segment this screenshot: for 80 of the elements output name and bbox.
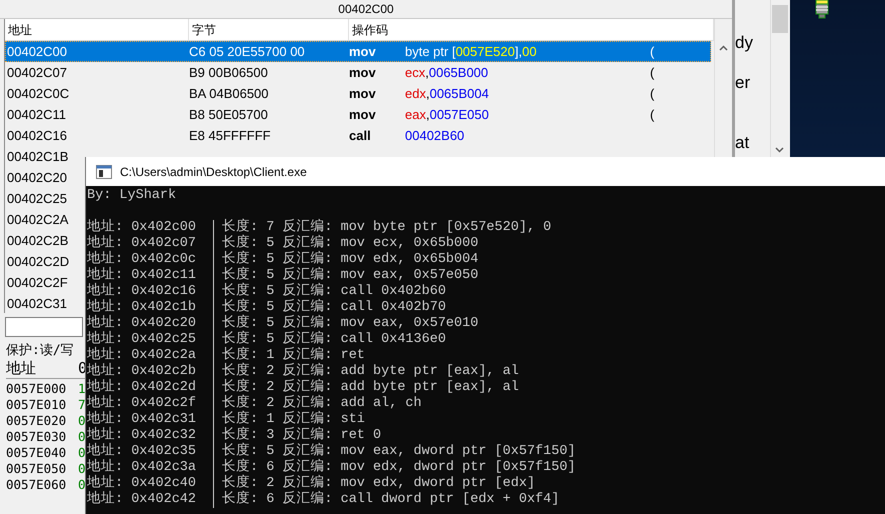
console-text: 地址: 0x402c40 xyxy=(86,476,198,491)
console-text: 地址: 0x402c16 xyxy=(86,284,198,299)
console-text: 地址: 0x402c25 xyxy=(86,332,198,347)
memory-value: 0 xyxy=(78,445,86,461)
protection-label: 保护:读/写 xyxy=(6,342,74,359)
code-row[interactable]: 00402C11 B8 50E05700 mov eax,0057E050 ( xyxy=(5,104,711,125)
console-text: 长度: 5 反汇编: mov eax, dword ptr [0x57f150] xyxy=(213,444,576,460)
code-row[interactable]: 00402C07 B9 00B06500 mov ecx,0065B000 ( xyxy=(5,62,711,83)
code-row[interactable]: 00402C16 E8 45FFFFFF call 00402B60 xyxy=(5,125,711,146)
code-row[interactable]: 00402C2B xyxy=(5,230,85,251)
scrollbar[interactable] xyxy=(770,0,789,157)
console-text: 地址: 0x402c1b xyxy=(86,300,198,315)
memory-address: 0057E060 xyxy=(6,477,68,493)
code-row[interactable]: 00402C2D xyxy=(5,251,85,272)
console-text: 长度: 5 反汇编: call 0x402b70 xyxy=(213,300,446,316)
column-header[interactable]: 地址 xyxy=(5,19,189,40)
console-text: 长度: 5 反汇编: call 0x402b60 xyxy=(213,284,446,300)
console-text: 地址: 0x402c2d xyxy=(86,380,198,395)
panel-text: dy xyxy=(735,33,754,53)
console-text: 地址: 0x402c2b xyxy=(86,364,198,379)
console-text: 长度: 1 反汇编: ret xyxy=(213,348,365,364)
column-header[interactable]: 操作码 xyxy=(349,19,714,40)
console-text: 地址: 0x402c0c xyxy=(86,252,198,267)
memory-address: 0057E000 xyxy=(6,381,68,397)
console-text: 地址: 0x402c2f xyxy=(86,396,198,411)
console-text: 长度: 6 反汇编: call dword ptr [edx + 0xf4] xyxy=(213,492,560,508)
memory-value: 0 xyxy=(78,429,86,445)
code-row[interactable]: 00402C1B xyxy=(5,146,85,167)
memory-value: 0 xyxy=(78,477,86,493)
memory-address: 0057E030 xyxy=(6,429,68,445)
memory-address: 0057E020 xyxy=(6,413,68,429)
console-text: 长度: 6 反汇编: mov edx, dword ptr [0x57f150] xyxy=(213,460,576,476)
memory-address: 0057E040 xyxy=(6,445,68,461)
console-text: 地址: 0x402c07 xyxy=(86,236,198,251)
console-text: 长度: 3 反汇编: ret 0 xyxy=(213,428,382,444)
console-text: 地址: 0x402c42 xyxy=(86,492,198,508)
console-text: 长度: 5 反汇编: mov ecx, 0x65b000 xyxy=(213,236,478,252)
scroll-down-icon[interactable] xyxy=(775,147,784,153)
memory-address: 0057E010 xyxy=(6,397,68,413)
scroll-thumb[interactable] xyxy=(772,5,788,33)
console-text: By: LyShark xyxy=(86,188,176,204)
window-title: C:\Users\admin\Desktop\Client.exe xyxy=(120,164,307,178)
memory-value: 7 xyxy=(78,397,86,413)
console-text: 地址: 0x402c35 xyxy=(86,444,198,459)
code-row[interactable]: 00402C2A xyxy=(5,209,85,230)
console-text: 长度: 5 反汇编: mov edx, 0x65b004 xyxy=(213,252,478,268)
code-row[interactable]: 00402C2F xyxy=(5,272,85,293)
console-text: 地址: 0x402c3a xyxy=(86,460,198,475)
panel-text: er xyxy=(735,73,752,93)
memory-value: 1 xyxy=(78,381,86,397)
console-text: 长度: 2 反汇编: add byte ptr [eax], al xyxy=(213,364,519,380)
memory-address: 0057E050 xyxy=(6,461,68,477)
console-text: 地址: 0x402c32 xyxy=(86,428,198,443)
memory-value: 0 xyxy=(78,413,86,429)
console-text: 地址: 0x402c11 xyxy=(86,268,198,283)
console-text: 地址: 0x402c00 xyxy=(86,220,198,235)
code-row[interactable]: 00402C25 xyxy=(5,188,85,209)
column-header[interactable]: 字节 xyxy=(189,19,349,40)
console-text: 长度: 2 反汇编: add byte ptr [eax], al xyxy=(213,380,519,396)
address-text: 00402C00 xyxy=(338,2,394,16)
console-text: 长度: 5 反汇编: mov eax, 0x57e010 xyxy=(213,316,478,332)
console-text: 长度: 7 反汇编: mov byte ptr [0x57e520], 0 xyxy=(213,220,552,236)
console-text: 长度: 5 反汇编: call 0x4136e0 xyxy=(213,332,446,348)
code-row[interactable]: 00402C20 xyxy=(5,167,85,188)
panel-text: at xyxy=(735,133,750,153)
console-text: 长度: 1 反汇编: sti xyxy=(213,412,365,428)
input-field[interactable] xyxy=(5,317,83,337)
console-text: 地址: 0x402c2a xyxy=(86,348,198,363)
console-text: 地址: 0x402c31 xyxy=(86,412,198,427)
console-text: 长度: 5 反汇编: mov eax, 0x57e050 xyxy=(213,268,478,284)
code-row[interactable]: 00402C0C BA 04B06500 mov edx,0065B004 ( xyxy=(5,83,711,104)
console-text: 长度: 2 反汇编: mov edx, dword ptr [edx] xyxy=(213,476,536,492)
scroll-up-icon[interactable] xyxy=(719,45,728,51)
code-row[interactable]: 00402C00 C6 05 20E55700 00 mov byte ptr [0057E520],00 ( xyxy=(5,41,711,62)
console-app-icon xyxy=(96,164,112,178)
code-row[interactable]: 00402C31 xyxy=(5,293,85,313)
console-text: 长度: 2 反汇编: add al, ch xyxy=(213,396,422,412)
column-header[interactable]: 地址 xyxy=(6,359,78,378)
memory-value: 0 xyxy=(78,461,86,477)
console-text: 地址: 0x402c20 xyxy=(86,316,198,331)
